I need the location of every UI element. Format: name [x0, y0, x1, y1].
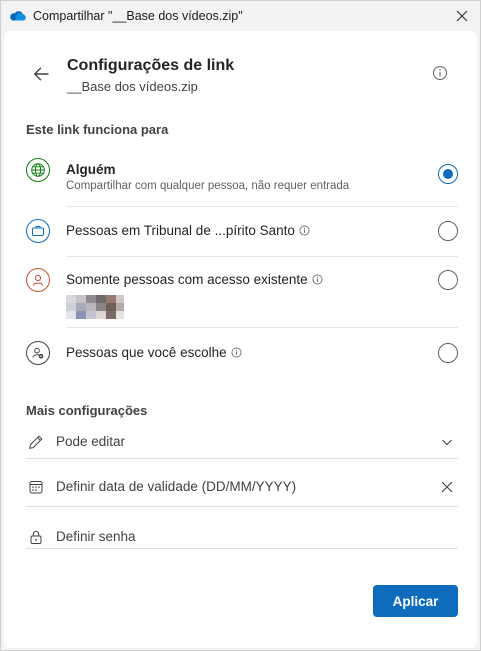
option-anyone[interactable]: Alguém Compartilhar com qualquer pessoa,…	[26, 157, 458, 203]
option-label: Somente pessoas com acesso existente	[66, 272, 308, 287]
info-icon[interactable]	[299, 225, 310, 236]
option-existing-access[interactable]: Somente pessoas com acesso existente	[26, 267, 458, 323]
divider	[26, 458, 458, 459]
info-icon[interactable]	[432, 65, 448, 81]
window-close-button[interactable]	[452, 6, 472, 26]
expiration-date-placeholder: Definir data de validade (DD/MM/YYYY)	[56, 479, 297, 494]
password-placeholder: Definir senha	[56, 529, 136, 544]
option-label: Pessoas que você escolhe	[66, 345, 227, 360]
person-icon	[26, 268, 50, 292]
option-specific-people[interactable]: Pessoas que você escolhe	[26, 340, 458, 366]
divider	[66, 206, 458, 207]
link-settings-panel: Configurações de link __Base dos vídeos.…	[4, 31, 477, 648]
apply-button[interactable]: Aplicar	[373, 585, 458, 617]
permission-value: Pode editar	[56, 434, 126, 449]
globe-icon	[26, 158, 50, 182]
link-works-for-heading: Este link funciona para	[26, 122, 169, 137]
radio-existing-access[interactable]	[438, 270, 458, 290]
page-title: Configurações de link	[67, 57, 235, 74]
close-icon	[456, 10, 468, 22]
calendar-icon	[29, 481, 43, 494]
briefcase-icon	[26, 219, 50, 243]
file-name: __Base dos vídeos.zip	[67, 79, 198, 94]
expiration-date-field[interactable]: Definir data de validade (DD/MM/YYYY)	[26, 472, 458, 502]
option-label-row: Pessoas que você escolhe	[66, 345, 242, 360]
redacted-content	[66, 295, 124, 319]
window-title: Compartilhar "__Base dos vídeos.zip"	[33, 9, 243, 23]
option-label-row: Somente pessoas com acesso existente	[66, 272, 323, 287]
person-settings-icon	[26, 341, 50, 365]
share-dialog-window: Compartilhar "__Base dos vídeos.zip" Con…	[0, 0, 481, 651]
divider	[26, 506, 458, 507]
more-settings-heading: Mais configurações	[26, 403, 148, 418]
divider	[66, 256, 458, 257]
option-label-row: Pessoas em Tribunal de ...pírito Santo	[66, 223, 310, 238]
radio-specific-people[interactable]	[438, 343, 458, 363]
option-label: Pessoas em Tribunal de ...pírito Santo	[66, 223, 295, 238]
radio-organization[interactable]	[438, 221, 458, 241]
clear-date-icon[interactable]	[440, 480, 454, 494]
back-arrow-icon[interactable]	[31, 64, 51, 84]
onedrive-cloud-icon	[10, 11, 26, 21]
option-description: Compartilhar com qualquer pessoa, não re…	[66, 180, 350, 192]
option-organization[interactable]: Pessoas em Tribunal de ...pírito Santo	[26, 218, 458, 244]
radio-anyone[interactable]	[438, 164, 458, 184]
info-icon[interactable]	[231, 347, 242, 358]
permission-dropdown[interactable]: Pode editar	[26, 427, 458, 457]
chevron-down-icon	[442, 439, 452, 446]
divider	[66, 327, 458, 328]
title-bar: Compartilhar "__Base dos vídeos.zip"	[1, 1, 481, 31]
info-icon[interactable]	[312, 274, 323, 285]
lock-icon	[30, 530, 42, 544]
divider	[26, 548, 458, 549]
pencil-icon	[29, 435, 43, 449]
option-label: Alguém	[66, 162, 116, 177]
